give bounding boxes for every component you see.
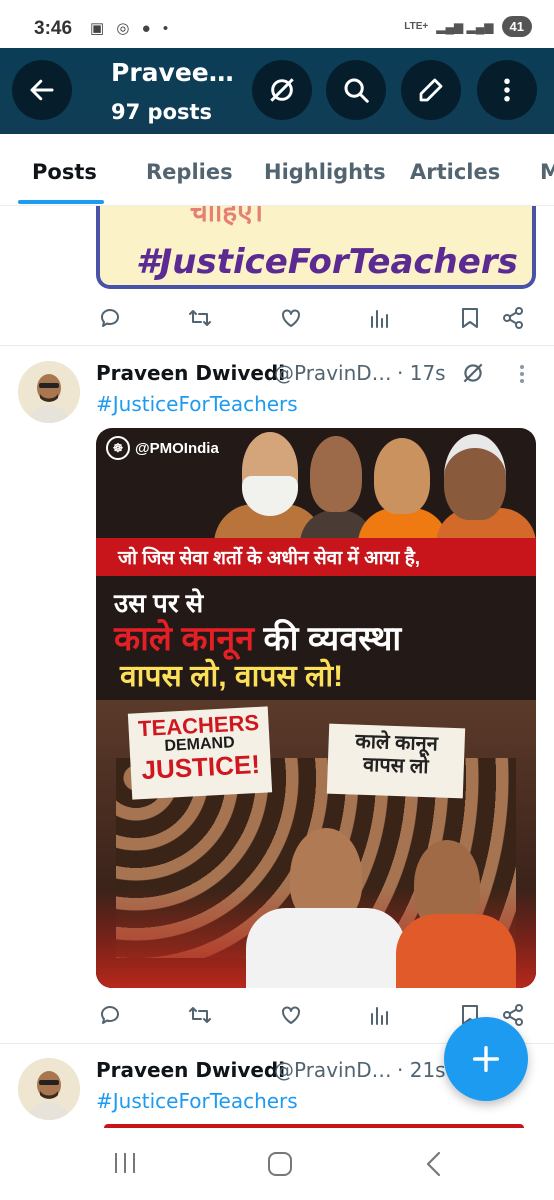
search-button[interactable] [326,60,386,120]
notification-icons: ▣ ◎ ● • [90,20,173,37]
grok-icon[interactable] [460,360,486,386]
tab-replies[interactable]: Replies [146,160,233,184]
share-button[interactable] [499,304,527,332]
recents-icon[interactable] [112,1150,138,1176]
post-hashtag[interactable]: #JusticeForTeachers [96,1089,298,1113]
previous-image-text-top: चाहिए। [190,206,264,227]
system-back-icon[interactable] [424,1150,444,1178]
grok-icon [270,78,294,102]
previous-post-image[interactable]: चाहिए। #JusticeForTeachers [96,206,536,289]
divider [0,345,554,346]
protester-shirt [396,914,516,988]
leader-face [444,434,506,520]
views-button[interactable] [366,1001,394,1029]
back-arrow-icon [30,79,54,101]
grok-button[interactable] [252,60,312,120]
like-icon [282,1006,300,1024]
retweet-icon [189,310,211,326]
views-icon [371,1007,388,1025]
leader-face [374,438,430,514]
reply-button[interactable] [96,304,124,332]
more-vertical-icon [504,78,510,102]
retweet-button[interactable] [186,1001,214,1029]
poster-line1: जो जिस सेवा शर्तो के अधीन सेवा में आया ह… [118,548,421,569]
like-button[interactable] [277,304,305,332]
post-more-icon[interactable] [512,362,532,386]
avatar[interactable] [18,1058,80,1120]
network-label: LTE+ [404,21,429,32]
system-nav-bar [0,1128,554,1200]
reply-icon [101,1006,119,1024]
views-icon [371,310,388,328]
author-name[interactable]: Praveen Dwivedi [96,361,285,385]
post-hashtag[interactable]: #JusticeForTeachers [96,392,298,416]
retweet-icon [189,1007,211,1023]
post-count: 97 posts [111,100,213,124]
like-icon [282,309,300,327]
home-icon[interactable] [266,1150,294,1178]
status-right: LTE+ ▂▄▆ ▂▄▆ 41 [404,16,532,37]
status-time: 3:46 [34,18,73,39]
poster-band: जो जिस सेवा शर्तो के अधीन सेवा में आया ह… [96,538,536,576]
protest-sign-hindi: काले कानून वापस लो [326,723,466,799]
like-button[interactable] [277,1001,305,1029]
reply-icon [101,309,119,327]
avatar[interactable] [18,361,80,423]
tab-highlights[interactable]: Highlights [264,160,386,184]
retweet-button[interactable] [186,304,214,332]
author-handle[interactable]: @PravinD… [274,1058,392,1082]
poster-line3a: काले कानून [114,620,255,658]
battery-badge: 41 [501,16,532,37]
bookmark-icon [462,308,478,328]
emblem-icon: ☸ [106,436,130,460]
page-title: Pravee… [111,58,234,87]
profile-tabs: Posts Replies Highlights Articles M [0,134,554,206]
post-time: · 17s [397,361,446,385]
search-icon [344,78,369,103]
tab-articles[interactable]: Articles [410,160,500,184]
leader-face [310,436,362,512]
pmo-handle: @PMOIndia [135,439,219,457]
sign2-line2: वापस लो [362,753,429,779]
post-image[interactable]: ☸ @PMOIndia जो जिस सेवा शर्तो के अधीन से… [96,428,536,988]
plus-icon [472,1045,500,1073]
sign1-line3: JUSTICE! [140,748,261,785]
author-handle[interactable]: @PravinD… [274,361,392,385]
pmo-logo: ☸ @PMOIndia [106,436,219,460]
tab-media[interactable]: M [540,160,554,184]
more-button[interactable] [477,60,537,120]
avatar-photo [18,1058,80,1120]
previous-image-hashtag: #JusticeForTeachers [136,242,518,282]
tab-posts[interactable]: Posts [32,160,97,184]
poster-line3b: की व्यवस्था [263,620,402,658]
bookmark-button[interactable] [456,304,484,332]
edit-button[interactable] [401,60,461,120]
poster-line4: वापस लो, वापस लो! [120,660,344,693]
views-button[interactable] [366,304,394,332]
compose-icon [419,78,443,102]
status-bar: 3:46 ▣ ◎ ● • LTE+ ▂▄▆ ▂▄▆ 41 [0,0,554,48]
share-icon [503,307,523,329]
reply-button[interactable] [96,1001,124,1029]
post-time: · 21s [397,1058,446,1082]
active-tab-indicator [18,200,104,204]
protester-shirt [246,908,406,988]
post-actions [96,304,536,334]
compose-fab[interactable] [444,1017,528,1101]
back-button[interactable] [12,60,72,120]
protest-sign-teachers: TEACHERS DEMAND JUSTICE! [127,706,273,800]
avatar-photo [18,361,80,423]
signal-icon: ▂▄▆ ▂▄▆ [436,19,494,34]
author-name[interactable]: Praveen Dwivedi [96,1058,285,1082]
